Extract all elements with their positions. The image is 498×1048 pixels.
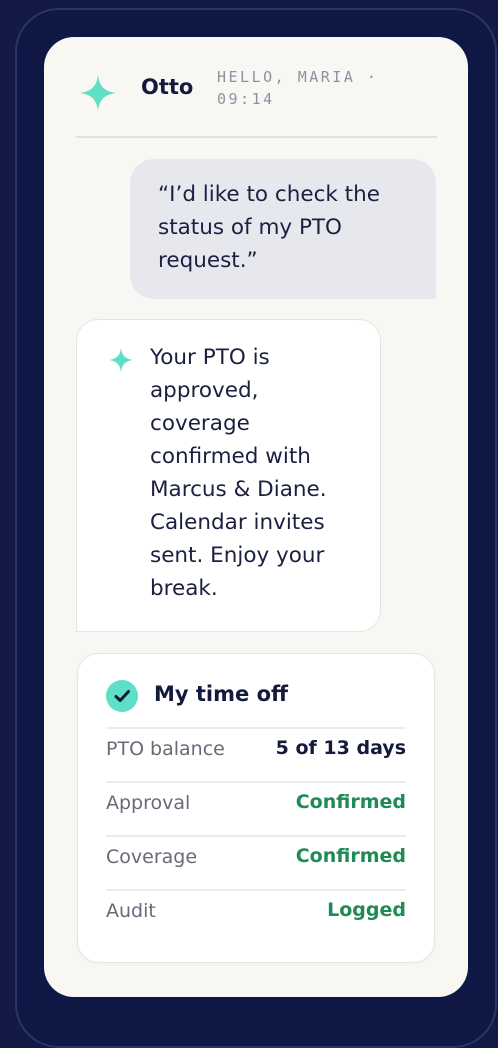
detail-row-coverage: Coverage Confirmed bbox=[106, 835, 406, 889]
row-label: Approval bbox=[106, 792, 191, 814]
user-message-bubble: “I’d like to check the status of my PTO … bbox=[130, 159, 436, 299]
assistant-message-bubble: Your PTO is approved, coverage confirmed… bbox=[76, 319, 381, 632]
detail-row-pto-balance: PTO balance 5 of 13 days bbox=[106, 727, 406, 781]
detail-row-audit: Audit Logged bbox=[106, 889, 406, 943]
sparkle-icon bbox=[80, 75, 116, 111]
user-message-text: “I’d like to check the status of my PTO … bbox=[158, 182, 380, 273]
status-value: Confirmed bbox=[295, 845, 406, 867]
header-divider bbox=[76, 136, 437, 138]
assistant-message-text: Your PTO is approved, coverage confirmed… bbox=[150, 345, 327, 601]
chat-screen: Otto HELLO, MARIA · 09:14 “I’d like to c… bbox=[44, 37, 468, 997]
status-value: Confirmed bbox=[295, 791, 406, 813]
greeting-timestamp: HELLO, MARIA · 09:14 bbox=[217, 68, 379, 108]
status-value: Logged bbox=[327, 899, 406, 921]
row-label: PTO balance bbox=[106, 738, 225, 760]
card-title: My time off bbox=[154, 682, 289, 706]
check-circle-icon bbox=[106, 680, 138, 712]
detail-row-approval: Approval Confirmed bbox=[106, 781, 406, 835]
chat-header: Otto HELLO, MARIA · 09:14 bbox=[44, 37, 468, 138]
row-label: Coverage bbox=[106, 846, 198, 868]
time-off-card[interactable]: My time off PTO balance 5 of 13 days App… bbox=[77, 653, 435, 963]
row-label: Audit bbox=[106, 900, 156, 922]
sparkle-icon bbox=[109, 348, 133, 372]
row-value: 5 of 13 days bbox=[275, 737, 406, 759]
assistant-name: Otto bbox=[141, 75, 194, 99]
